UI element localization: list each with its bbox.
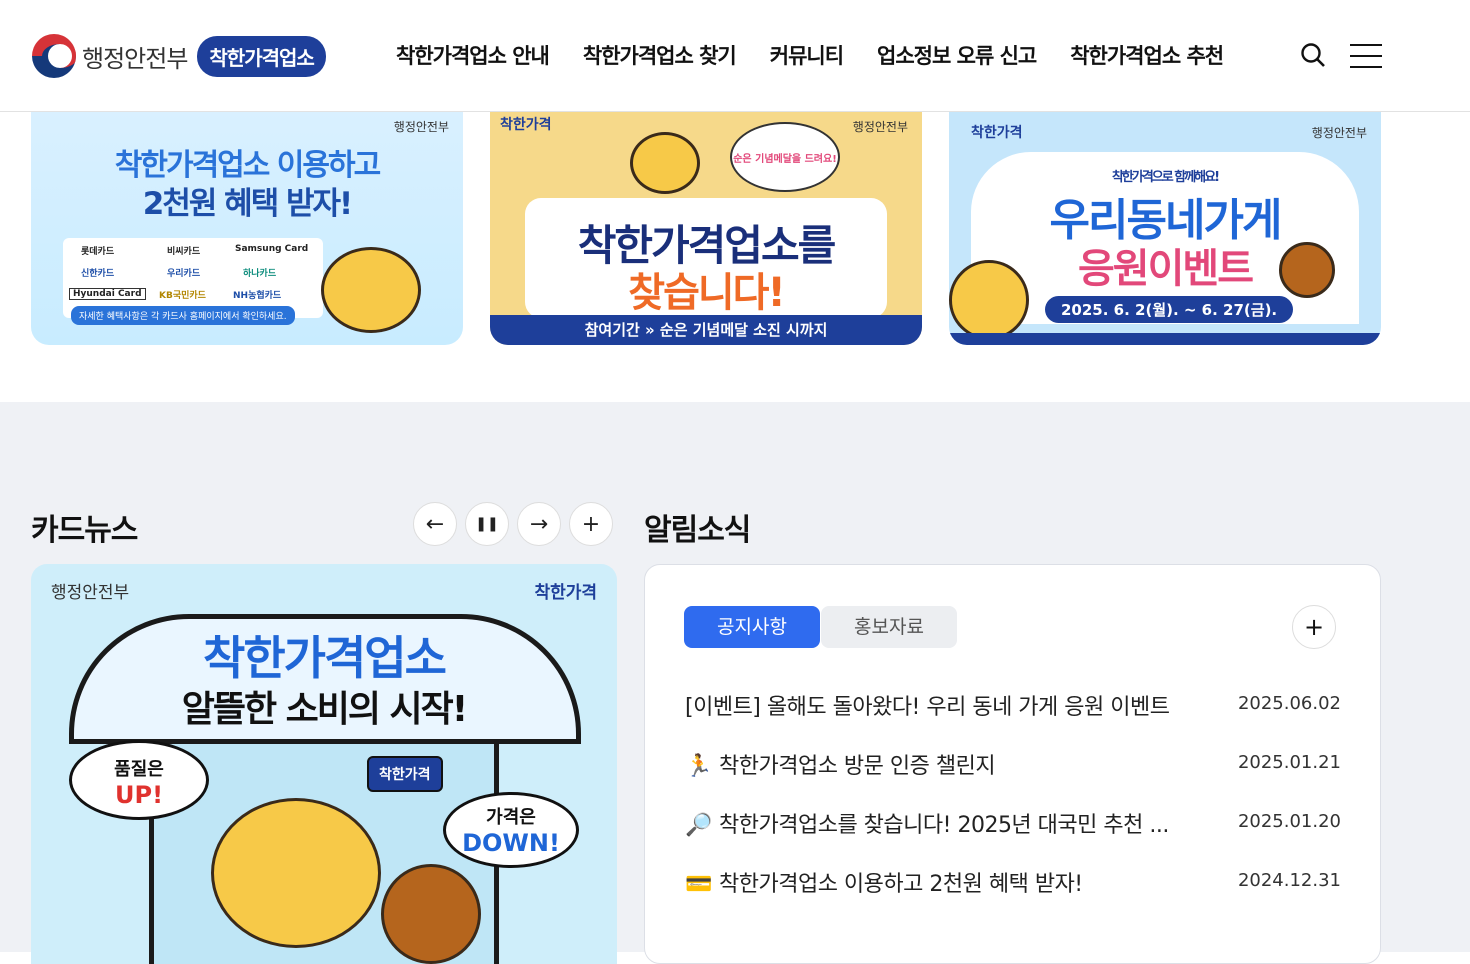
brand-badge: 착한가격업소 xyxy=(197,35,326,77)
banner-gov-label: 행정안전부 xyxy=(1311,126,1367,140)
event-date: 2025. 6. 2(월). ~ 6. 27(금). xyxy=(1045,296,1294,323)
squirrel-mascot-icon xyxy=(630,132,700,194)
search-icon[interactable] xyxy=(1300,42,1326,68)
notice-row[interactable]: 🏃 착한가격업소 방문 인증 챌린지 2025.01.21 xyxy=(685,748,1341,780)
banner-subtitle: 착한가격으로 함께해요! xyxy=(1111,170,1220,185)
tab-promotion[interactable]: 홍보자료 xyxy=(821,606,957,648)
bubble-line: UP! xyxy=(114,781,164,809)
cardnews-headline: 착한가격업소 xyxy=(203,631,447,685)
notice-title-wrap: 💳 착한가격업소 이용하고 2천원 혜택 받자! xyxy=(685,866,1205,898)
banner-badge: 착한가격 xyxy=(971,125,1023,141)
banner-title-line2: 2천원 혜택 받자! xyxy=(142,186,353,222)
notice-date: 2025.01.20 xyxy=(1237,811,1341,832)
bubble-line: 가격은 xyxy=(486,807,536,828)
prev-arrow-button[interactable]: ← xyxy=(413,502,457,546)
banner-badge: 착한가격 xyxy=(500,117,552,133)
site-header: 행정안전부 착한가격업소 착한가격업소 안내 착한가격업소 찾기 커뮤니티 업소… xyxy=(0,0,1470,112)
notice-date: 2025.06.02 xyxy=(1237,693,1341,714)
notices-title: 알림소식 xyxy=(644,513,751,548)
notice-row[interactable]: 💳 착한가격업소 이용하고 2천원 혜택 받자! 2024.12.31 xyxy=(685,866,1341,898)
card-company: NH농협카드 xyxy=(233,291,282,301)
notice-title: 착한가격업소를 찾습니다! 2025년 대국민 추천 ... xyxy=(719,813,1169,838)
card-company: 신한카드 xyxy=(81,269,115,279)
banner-card-event[interactable]: 행정안전부 착한가격 착한가격으로 함께해요! 우리동네가게 응원이벤트 202… xyxy=(949,112,1381,345)
ministry-name: 행정안전부 xyxy=(82,44,188,73)
notice-row[interactable]: 🔎 착한가격업소를 찾습니다! 2025년 대국민 추천 ... 2025.01.… xyxy=(685,807,1341,839)
notice-title-wrap: 🔎 착한가격업소를 찾습니다! 2025년 대국민 추천 ... xyxy=(685,807,1205,839)
owl-mascot-icon xyxy=(381,864,481,964)
taegeuk-emblem-icon xyxy=(32,34,76,78)
nav-recommend[interactable]: 착한가격업소 추천 xyxy=(1070,40,1224,70)
cardnews-image[interactable]: 행정안전부 착한가격 착한가격업소 알뜰한 소비의 시작! 착한가격 품질은 U… xyxy=(31,564,617,964)
notice-date: 2024.12.31 xyxy=(1237,870,1341,891)
bubble-line: DOWN! xyxy=(462,829,560,857)
banner-footnote: 자세한 혜택사항은 각 카드사 홈페이지에서 확인하세요. xyxy=(71,306,295,325)
storefront-sign: 착한가격 xyxy=(367,756,443,792)
quality-speech-bubble: 품질은 UP! xyxy=(69,740,209,820)
banner-gov-label: 행정안전부 xyxy=(852,120,908,134)
main-nav: 착한가격업소 안내 착한가격업소 찾기 커뮤니티 업소정보 오류 신고 착한가격… xyxy=(396,40,1224,70)
price-speech-bubble: 가격은 DOWN! xyxy=(443,792,579,868)
notice-title: [이벤트] 올해도 돌아왔다! 우리 동네 가게 응원 이벤트 xyxy=(685,695,1170,720)
nav-guide[interactable]: 착한가격업소 안내 xyxy=(396,40,550,70)
pause-button[interactable]: ❚❚ xyxy=(465,502,509,546)
nav-find[interactable]: 착한가격업소 찾기 xyxy=(583,40,737,70)
cardnews-more-button[interactable]: + xyxy=(569,502,613,546)
card-company: 우리카드 xyxy=(167,269,201,279)
notice-title: 착한가격업소 방문 인증 챌린지 xyxy=(719,754,996,779)
card-company: 하나카드 xyxy=(243,269,277,279)
squirrel-mascot-icon xyxy=(211,798,381,948)
banner-title-line2: 찾습니다! xyxy=(628,270,785,316)
site-logo[interactable]: 행정안전부 착한가격업소 xyxy=(32,34,326,78)
banner-card-benefit[interactable]: 행정안전부 착한가격업소 이용하고 2천원 혜택 받자! 롯데카드 비씨카드 S… xyxy=(31,112,463,345)
nav-community[interactable]: 커뮤니티 xyxy=(770,40,844,70)
running-icon: 🏃 xyxy=(685,754,712,779)
next-arrow-button[interactable]: → xyxy=(517,502,561,546)
banner-gov-label: 행정안전부 xyxy=(393,120,449,134)
banner-board: 착한가격업소를 찾습니다! xyxy=(525,198,887,318)
cardnews-title: 카드뉴스 xyxy=(31,513,138,548)
notice-title-wrap: 🏃 착한가격업소 방문 인증 챌린지 xyxy=(685,748,1205,780)
squirrel-mascot-icon xyxy=(949,260,1029,340)
card-company: Samsung Card xyxy=(235,244,309,254)
banner-carousel: 행정안전부 착한가격업소 이용하고 2천원 혜택 받자! 롯데카드 비씨카드 S… xyxy=(0,112,1470,402)
card-company: 비씨카드 xyxy=(167,247,201,257)
squirrel-mascot-icon xyxy=(321,247,421,333)
cardnews-gov-label: 행정안전부 xyxy=(51,583,130,603)
credit-card-icon: 💳 xyxy=(685,872,712,897)
owl-mascot-icon xyxy=(1279,242,1335,298)
banner-bottom-strip xyxy=(949,333,1381,345)
cardnews-brand-label: 착한가격 xyxy=(534,583,597,603)
notice-row[interactable]: [이벤트] 올해도 돌아왔다! 우리 동네 가게 응원 이벤트 2025.06.… xyxy=(685,689,1341,720)
notices-panel: 공지사항 홍보자료 + [이벤트] 올해도 돌아왔다! 우리 동네 가게 응원 … xyxy=(644,564,1381,964)
card-company: Hyundai Card xyxy=(69,288,146,300)
notice-date: 2025.01.21 xyxy=(1237,752,1341,773)
notice-title: 착한가격업소 이용하고 2천원 혜택 받자! xyxy=(719,872,1083,897)
nav-error-report[interactable]: 업소정보 오류 신고 xyxy=(877,40,1037,70)
card-company: 롯데카드 xyxy=(81,247,115,257)
notices-more-button[interactable]: + xyxy=(1292,605,1336,649)
hamburger-menu-icon[interactable] xyxy=(1350,44,1382,68)
banner-card-find[interactable]: 행정안전부 착한가격 순은 기념메달을 드려요! 착한가격업소를 찾습니다! 참… xyxy=(490,112,922,345)
cardnews-subline: 알뜰한 소비의 시작! xyxy=(181,689,468,730)
tab-notice[interactable]: 공지사항 xyxy=(684,606,820,648)
card-company: KB국민카드 xyxy=(159,291,206,301)
bubble-line: 품질은 xyxy=(114,759,164,780)
banner-period: 참여기간 » 순은 기념메달 소진 시까지 xyxy=(490,315,922,345)
magnifier-icon: 🔎 xyxy=(685,813,712,838)
medal-speech-bubble: 순은 기념메달을 드려요! xyxy=(730,122,840,192)
